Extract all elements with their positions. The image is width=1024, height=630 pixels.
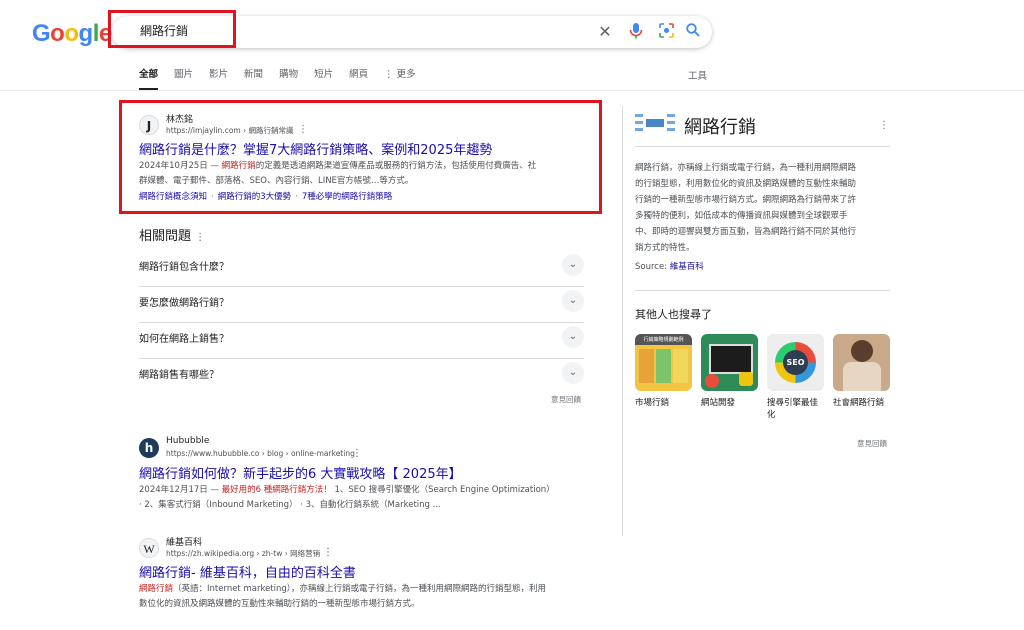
search-icon[interactable] [684, 23, 702, 41]
related-label[interactable]: 社會網路行銷 [833, 397, 893, 409]
tab-shopping[interactable]: 購物 [279, 68, 298, 88]
logo-letter: o [50, 20, 65, 47]
description-line: 行銷的一種新型態市場行銷方式。網際網路為行銷帶來了許 [635, 195, 857, 205]
paa-question-text: 要怎麼做網路行銷？ [139, 298, 229, 309]
knowledge-panel-image [635, 111, 675, 135]
related-thumbnail[interactable] [701, 334, 758, 391]
more-vert-icon[interactable]: ⋮ [352, 448, 362, 459]
result-site-name[interactable]: Hububble [166, 436, 209, 446]
snippet-text: （英語：Internet marketing），亦稱線上行銷或電子行銷，為一種利… [173, 584, 547, 594]
highlight-box [119, 100, 602, 214]
related-label[interactable]: 搜尋引擎最佳化 [767, 397, 825, 421]
paa-title: 相關問題 ⋮ [139, 225, 205, 244]
tab-more[interactable]: ⋮ 更多 [384, 68, 416, 88]
paa-question-text: 網路銷售有哪些？ [139, 370, 219, 381]
site-favicon: W [139, 538, 159, 558]
mic-icon[interactable] [627, 23, 645, 41]
snippet-text: ！ 1、SEO 搜尋引擎優化（Search Engine Optimizatio… [323, 485, 555, 495]
logo-letter: G [32, 20, 51, 47]
paa-question[interactable]: 如何在網路上銷售？ ⌄ [139, 322, 584, 359]
search-tabs: 全部 圖片 影片 新聞 購物 短片 網頁 ⋮ 更多 [139, 68, 432, 90]
divider [0, 90, 1024, 91]
result-url[interactable]: https://www.hububble.co › blog › online-… [166, 449, 355, 458]
thumbnail-caption: 行銷策略規劃範例 [635, 334, 692, 345]
chevron-down-icon[interactable]: ⌄ [562, 290, 584, 312]
tab-videos[interactable]: 影片 [209, 68, 228, 88]
knowledge-panel-source: Source: 維基百科 [635, 260, 704, 272]
related-thumbnail[interactable]: 行銷策略規劃範例 [635, 334, 692, 391]
people-also-search-title: 其他人也搜尋了 [635, 308, 712, 321]
more-vert-icon[interactable]: ⋮ [879, 120, 889, 131]
camera-lens-icon[interactable] [657, 23, 675, 41]
description-line: 中、即時的迴響與雙方面互動，皆為網路行銷不同於其他行 [635, 227, 857, 237]
tab-shorts[interactable]: 短片 [314, 68, 333, 88]
feedback-link[interactable]: 意見回饋 [857, 438, 887, 449]
snippet-highlight: 網路行銷 [139, 584, 174, 594]
result-title[interactable]: 網路行銷如何做？新手起步的6 大實戰攻略【 2025年】 [139, 463, 462, 482]
paa-question[interactable]: 要怎麼做網路行銷？ ⌄ [139, 286, 584, 323]
paa-question[interactable]: 網路行銷包含什麼？ ⌄ [139, 250, 584, 287]
paa-question-text: 如何在網路上銷售？ [139, 334, 229, 345]
highlight-box [108, 10, 236, 48]
divider [635, 146, 890, 147]
tab-images[interactable]: 圖片 [174, 68, 193, 88]
tab-news[interactable]: 新聞 [244, 68, 263, 88]
knowledge-panel-title: 網路行銷 [684, 117, 756, 138]
result-snippet: 2024年12月17日 — 最好用的6 種網路行銷方法！ 1、SEO 搜尋引擎優… [139, 483, 589, 513]
description-line: 網路行銷，亦稱線上行銷或電子行銷，為一種利用網際網路 [635, 163, 857, 173]
feedback-link[interactable]: 意見回饋 [551, 394, 581, 405]
related-thumbnail[interactable]: SEO [767, 334, 824, 391]
tab-web[interactable]: 網頁 [349, 68, 368, 88]
panel-divider [622, 106, 623, 536]
description-line: 的行銷型態，利用數位化的資訊及網路媒體的互動性來輔助 [635, 179, 857, 189]
chevron-down-icon[interactable]: ⌄ [562, 254, 584, 276]
snippet-text: · 2、集客式行銷（Inbound Marketing） · 3、自動化行銷系統… [139, 500, 441, 510]
close-icon[interactable]: ✕ [596, 23, 614, 41]
tab-all[interactable]: 全部 [139, 68, 159, 90]
more-vert-icon[interactable]: ⋮ [323, 547, 333, 558]
description-line: 銷方式的特性。 [635, 243, 695, 253]
source-link[interactable]: 維基百科 [670, 262, 704, 272]
more-vert-icon[interactable]: ⋮ [195, 232, 205, 243]
divider [635, 290, 890, 291]
thumbnail-caption: SEO [783, 350, 808, 375]
related-thumbnail[interactable] [833, 334, 890, 391]
related-label[interactable]: 市場行銷 [635, 397, 695, 409]
chevron-down-icon[interactable]: ⌄ [562, 326, 584, 348]
paa-title-text: 相關問題 [139, 229, 192, 244]
logo-letter: g [78, 20, 94, 47]
paa-question[interactable]: 網路銷售有哪些？ ⌄ [139, 358, 584, 394]
result-snippet: 網路行銷（英語：Internet marketing），亦稱線上行銷或電子行銷，… [139, 582, 589, 612]
source-label: Source: [635, 262, 670, 272]
chevron-down-icon[interactable]: ⌄ [562, 362, 584, 384]
site-favicon: h [139, 438, 159, 458]
result-url[interactable]: https://zh.wikipedia.org › zh-tw › 网络营销 [166, 548, 320, 559]
result-title[interactable]: 網路行銷- 維基百科，自由的百科全書 [139, 562, 356, 581]
snippet-text: 數位化的資訊及網路媒體的互動性來輔助行銷的一種新型態市場行銷方式。 [139, 599, 420, 609]
google-logo[interactable]: Google [32, 20, 112, 48]
logo-letter: o [64, 20, 79, 47]
description-line: 多獨特的便利，如低成本的傳播資訊與媒體到全球觀眾手 [635, 211, 848, 221]
tools-button[interactable]: 工具 [688, 68, 707, 82]
related-label[interactable]: 網站開發 [701, 397, 761, 409]
result-date: 2024年12月17日 — [139, 485, 222, 495]
result-site-name[interactable]: 維基百科 [166, 535, 202, 548]
paa-question-text: 網路行銷包含什麼？ [139, 262, 229, 273]
snippet-highlight: 最好用的6 種網路行銷方法 [221, 485, 324, 495]
knowledge-panel-description: 網路行銷，亦稱線上行銷或電子行銷，為一種利用網際網路 的行銷型態，利用數位化的資… [635, 160, 895, 256]
